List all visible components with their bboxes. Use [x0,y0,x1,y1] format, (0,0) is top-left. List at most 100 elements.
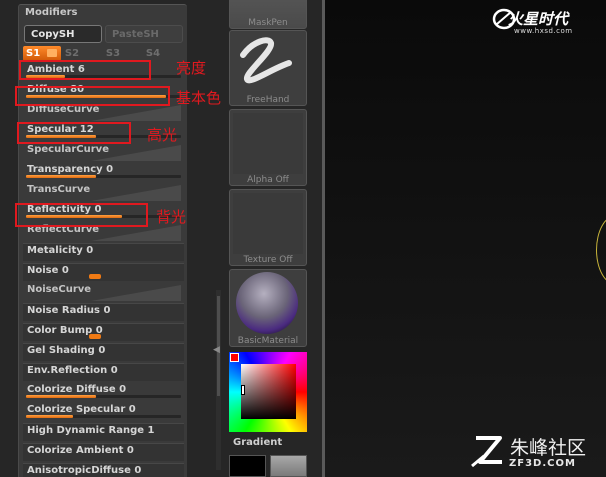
modifier-label: Noise 0 [27,265,69,276]
modifier-row-specularcurve[interactable]: SpecularCurve [23,143,184,161]
modifier-name: High Dynamic Range [27,425,145,436]
modifier-label: Colorize Diffuse 0 [27,384,126,395]
modifier-label: Noise Radius 0 [27,305,110,316]
modifier-row-noisecurve[interactable]: NoiseCurve [23,283,184,301]
modifier-name: NoiseCurve [27,284,92,295]
modifier-label: NoiseCurve [27,284,91,295]
alpha-tile[interactable]: Alpha Off [229,109,307,186]
modifier-name: Metalicity [27,245,83,256]
color-cursor [241,385,245,395]
modifier-value: 0 [128,404,136,415]
annotation-box-reflectivity [15,203,148,227]
modifier-name: Noise Radius [27,305,100,316]
modifier-row-colorize-ambient[interactable]: Colorize Ambient 0 [23,443,184,461]
modifier-row-metalicity[interactable]: Metalicity 0 [23,243,184,261]
freehand-stroke-icon [240,37,292,84]
modifier-value: 1 [147,425,155,436]
slider-thumb[interactable] [89,334,101,339]
modifier-name: Colorize Specular [27,404,126,415]
modifier-label: Transparency 0 [27,164,113,175]
modifier-row-env-reflection[interactable]: Env.Reflection 0 [23,363,184,381]
gradient-label: Gradient [233,437,283,448]
modifier-row-transparency[interactable]: Transparency 0 [23,163,184,181]
gradient-main-swatch[interactable] [229,455,266,477]
hxsd-url: www.hxsd.com [514,27,573,35]
material-sphere-icon [236,272,298,334]
modifier-value: 0 [106,164,114,175]
modifier-row-color-bump[interactable]: Color Bump 0 [23,323,184,341]
material-label: BasicMaterial [237,336,299,346]
slot-s3-tab[interactable]: S3 [104,46,122,61]
slider-track[interactable] [26,175,181,178]
modifier-label: AnisotropicDiffuse 0 [27,465,141,476]
material-tile[interactable]: BasicMaterial [229,269,307,347]
annotation-specular: 高光 [147,126,178,144]
modifier-label: Env.Reflection 0 [27,365,118,376]
modifier-row-anisotropicdiffuse[interactable]: AnisotropicDiffuse 0 [23,463,184,477]
paste-sh-button[interactable]: PasteSH [105,25,183,43]
modifier-row-gel-shading[interactable]: Gel Shading 0 [23,343,184,361]
slider-track[interactable] [26,395,181,398]
modifier-value: 0 [61,265,69,276]
saturation-value-square[interactable] [241,364,296,419]
annotation-ambient: 亮度 [176,59,207,77]
texture-label: Texture Off [243,255,293,265]
modifier-label: Metalicity 0 [27,245,93,256]
alpha-label: Alpha Off [247,175,289,185]
slot-s2-tab[interactable]: S2 [63,46,81,61]
slider-fill [26,395,96,398]
modifier-label: High Dynamic Range 1 [27,425,154,436]
annotation-diffuse: 基本色 [176,89,222,107]
modifier-value: 0 [98,345,106,356]
modifier-value: 0 [126,445,134,456]
maskpen-tile[interactable]: MaskPen [229,0,307,29]
modifier-label: Gel Shading 0 [27,345,105,356]
modifier-name: Colorize Ambient [27,445,124,456]
annotation-reflectivity: 背光 [156,208,187,226]
freehand-label: FreeHand [246,95,290,105]
slot-s4-tab[interactable]: S4 [144,46,162,61]
hxsd-name: 火星时代 [508,10,569,28]
annotation-box-ambient [19,60,151,80]
slider-thumb[interactable] [89,274,101,279]
maskpen-label: MaskPen [248,18,288,28]
zf3d-name: 朱峰社区 [510,437,587,459]
modifier-row-transcurve[interactable]: TransCurve [23,183,184,201]
modifier-row-high-dynamic-range[interactable]: High Dynamic Range 1 [23,423,184,441]
modifier-name: Transparency [27,164,103,175]
modifier-row-colorize-specular[interactable]: Colorize Specular 0 [23,403,184,421]
copy-sh-button[interactable]: CopySH [24,25,102,43]
modifier-name: Gel Shading [27,345,95,356]
gradient-secondary-swatch[interactable] [270,455,307,477]
slider-fill [26,415,73,418]
slider-fill [26,175,96,178]
modifier-name: AnisotropicDiffuse [27,465,131,476]
modifier-name: Color Bump [27,325,93,336]
modifier-value: 0 [86,245,94,256]
curve-preview-icon[interactable] [91,143,181,161]
primary-color-swatch[interactable] [230,353,239,362]
canvas-viewport[interactable] [325,0,606,477]
slider-track[interactable] [26,415,181,418]
modifier-name: Colorize Diffuse [27,384,116,395]
modifier-label: Colorize Ambient 0 [27,445,134,456]
modifier-value: 0 [119,384,127,395]
annotation-box-diffuse [15,86,170,106]
collapse-arrow-icon[interactable]: ◀ [213,345,220,355]
modifier-row-colorize-diffuse[interactable]: Colorize Diffuse 0 [23,383,184,401]
curve-preview-icon[interactable] [91,183,181,201]
modifier-row-noise-radius[interactable]: Noise Radius 0 [23,303,184,321]
modifier-name: Noise [27,265,59,276]
freehand-stroke-tile[interactable]: FreeHand [229,30,307,106]
texture-tile[interactable]: Texture Off [229,189,307,266]
slot-s1-tab[interactable]: S1 [23,46,61,61]
modifier-value: 0 [134,465,142,476]
curve-preview-icon[interactable] [91,283,181,301]
modifier-row-noise[interactable]: Noise 0 [23,263,184,281]
zf3d-logo-icon [471,436,502,468]
modifier-value: 0 [110,365,118,376]
modifier-value: 0 [103,305,111,316]
modifier-name: Env.Reflection [27,365,108,376]
color-picker[interactable] [229,352,307,432]
modifier-name: TransCurve [27,184,91,195]
